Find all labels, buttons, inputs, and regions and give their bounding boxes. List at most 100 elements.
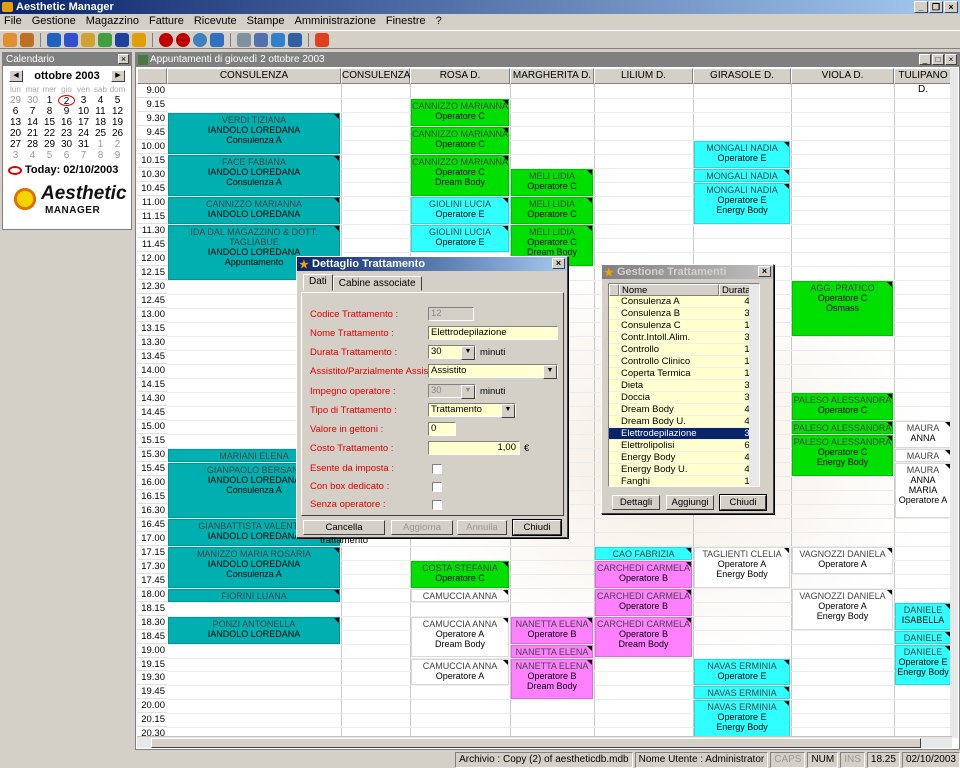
appointment-block[interactable]: NAVAS ERMINIA Operatore E Energy Body <box>694 700 790 738</box>
appointment-block[interactable]: COSTA STEFANIA Operatore C <box>411 560 509 588</box>
arrow-down-icon[interactable] <box>115 32 129 47</box>
appointment-block[interactable]: CAO FABRIZIA <box>595 546 692 560</box>
annulla-button[interactable]: Annulla <box>457 520 507 535</box>
column-header[interactable]: MARGHERITA D. <box>510 68 594 84</box>
close-icon[interactable]: × <box>118 54 129 64</box>
calendar-day[interactable]: 31 <box>75 139 92 150</box>
grid-icon[interactable] <box>64 32 78 47</box>
export-icon[interactable] <box>254 32 268 47</box>
calendar-day[interactable]: 16 <box>58 117 75 128</box>
users-icon[interactable] <box>20 32 34 47</box>
appointment-block[interactable]: MELI LIDIA Operatore C <box>511 196 593 224</box>
appointment-block[interactable]: NANETTA ELENA Operatore B Dream Body <box>511 658 593 700</box>
chart-icon[interactable] <box>288 32 302 47</box>
list-item[interactable]: Controllo Clinico15 <box>609 356 759 368</box>
list-item[interactable]: Consulenza B30 <box>609 308 759 320</box>
menu-item-1[interactable]: Gestione <box>32 14 76 29</box>
column-header[interactable]: LILIUM D. <box>594 68 693 84</box>
maximize-icon[interactable]: □ <box>932 54 944 65</box>
appointment-block[interactable]: CARCHEDI CARMELA Operatore B Dream Body <box>595 616 692 658</box>
calendar-day[interactable]: 28 <box>24 139 41 150</box>
list-item[interactable]: Dream Body U.45 <box>609 416 759 428</box>
calendar-day[interactable]: 10 <box>75 106 92 117</box>
euro-out-icon[interactable] <box>176 32 190 47</box>
list-item[interactable]: Elettrolipolisi60 <box>609 440 759 452</box>
box-checkbox[interactable] <box>432 482 442 492</box>
dettagli-button[interactable]: Dettagli <box>612 495 660 510</box>
appointment-block[interactable]: MAURA ANNA <box>895 420 951 448</box>
appointment-block[interactable]: FACE FABIANA IANDOLO LOREDANA Consulenza A <box>168 154 340 196</box>
list-item[interactable]: Fanghi15 <box>609 476 759 486</box>
aggiorna-button[interactable]: Aggiorna <box>391 520 453 535</box>
menu-item-6[interactable]: Amministrazione <box>295 14 376 29</box>
calendar-day[interactable]: 24 <box>75 128 92 139</box>
appointment-block[interactable]: DANIELE Operatore E Energy Body <box>895 644 951 686</box>
appointment-block[interactable]: CAMUCCIA ANNA Operatore A Dream Body <box>411 616 509 658</box>
calendar-day[interactable]: 3 <box>7 150 24 161</box>
durata-select[interactable]: 30 <box>428 345 476 360</box>
menu-item-5[interactable]: Stampe <box>247 14 285 29</box>
calendar-day[interactable]: 30 <box>58 139 75 150</box>
calendar-day[interactable]: 21 <box>24 128 41 139</box>
list-item[interactable]: Coperta Termica15 <box>609 368 759 380</box>
list-item[interactable]: Elettrodepilazione30 <box>609 428 759 440</box>
appointment-block[interactable]: VERDI TIZIANA IANDOLO LOREDANA Consulenza … <box>168 112 340 154</box>
appointment-block[interactable]: GIOLINI LUCIA Operatore E <box>411 224 509 252</box>
vertical-scrollbar[interactable] <box>950 68 958 738</box>
appointment-block[interactable]: NANETTA ELENA Operatore B <box>511 616 593 644</box>
calendar-day[interactable]: 1 <box>92 139 109 150</box>
calendar-day[interactable]: 29 <box>41 139 58 150</box>
clock-icon[interactable] <box>193 32 207 47</box>
calendar-day[interactable]: 9 <box>109 150 126 161</box>
appointment-block[interactable]: CANNIZZO MARIANNA Operatore C <box>411 98 509 126</box>
restore-icon[interactable]: ❐ <box>929 1 943 13</box>
calendar-day[interactable]: 30 <box>24 95 41 106</box>
aggiungi-button[interactable]: Aggiungi <box>666 495 714 510</box>
today-link[interactable]: Today: 02/10/2003 <box>3 161 131 179</box>
calendar-day[interactable]: 29 <box>7 95 24 106</box>
minimize-icon[interactable]: _ <box>919 54 931 65</box>
appointment-block[interactable]: CAMUCCIA ANNA <box>411 588 509 602</box>
appointment-block[interactable]: MONGALI NADIA Operatore E <box>694 140 790 168</box>
list-scrollbar[interactable] <box>749 284 759 486</box>
appointment-block[interactable]: FIORINI LUANA <box>168 588 340 602</box>
column-header[interactable]: CONSULENZA <box>167 68 341 84</box>
column-header[interactable]: ROSA D. <box>410 68 510 84</box>
calendar-day[interactable]: 2 <box>58 95 75 107</box>
appointment-block[interactable]: DANIELE ISABELLA <box>895 602 951 630</box>
calendar-day[interactable]: 14 <box>24 117 41 128</box>
calendar-day[interactable]: 3 <box>75 95 92 106</box>
list-item[interactable]: Doccia30 <box>609 392 759 404</box>
glasses-icon[interactable] <box>237 32 251 47</box>
prev-month-button[interactable]: ◀ <box>9 70 23 82</box>
valore-field[interactable]: 0 <box>428 422 456 436</box>
calendar-day[interactable]: 7 <box>75 150 92 161</box>
appointment-block[interactable]: PONZI ANTONELLA IANDOLO LOREDANA <box>168 616 340 644</box>
calendar-day[interactable]: 5 <box>41 150 58 161</box>
column-header[interactable]: TULIPANO D. <box>894 68 952 95</box>
magnifier-icon[interactable] <box>271 32 285 47</box>
appointment-block[interactable]: CANNIZZO MARIANNA IANDOLO LOREDANA <box>168 196 340 224</box>
appointment-block[interactable]: CANNIZZO MARIANNA Operatore C <box>411 126 509 154</box>
appointment-block[interactable]: CARCHEDI CARMELA Operatore B <box>595 560 692 588</box>
next-month-button[interactable]: ▶ <box>110 70 125 82</box>
calendar-day[interactable]: 12 <box>109 106 126 117</box>
appointment-block[interactable]: VAGNOZZI DANIELA Operatore A Energy Body <box>792 588 893 630</box>
appointment-block[interactable]: MELI LIDIA Operatore C <box>511 168 593 196</box>
horizontal-scrollbar[interactable] <box>137 736 952 748</box>
appointment-block[interactable]: MONGALI NADIA Operatore E Energy Body <box>694 182 790 224</box>
calendar-day[interactable]: 6 <box>58 150 75 161</box>
column-header[interactable]: GIRASOLE D. <box>693 68 791 84</box>
close-icon[interactable]: × <box>944 1 958 13</box>
calendar-icon[interactable] <box>81 32 95 47</box>
appointment-block[interactable]: MAURA ANNA MARIA Operatore A <box>895 462 951 518</box>
menu-item-7[interactable]: Finestre <box>386 14 426 29</box>
calendar-day[interactable]: 4 <box>24 150 41 161</box>
appointment-block[interactable]: TAGLIENTI CLELIA Operatore A Energy Body <box>694 546 790 588</box>
calendar-day[interactable]: 7 <box>24 106 41 117</box>
appointment-block[interactable]: AGG. PRATICO Operatore C Osmass <box>792 280 893 336</box>
calendar-day[interactable]: 20 <box>7 128 24 139</box>
column-header[interactable]: VIOLA D. <box>791 68 894 84</box>
nome-field[interactable]: Elettrodepilazione <box>428 326 558 340</box>
appointment-block[interactable]: PALESO ALESSANDRA <box>792 420 893 434</box>
